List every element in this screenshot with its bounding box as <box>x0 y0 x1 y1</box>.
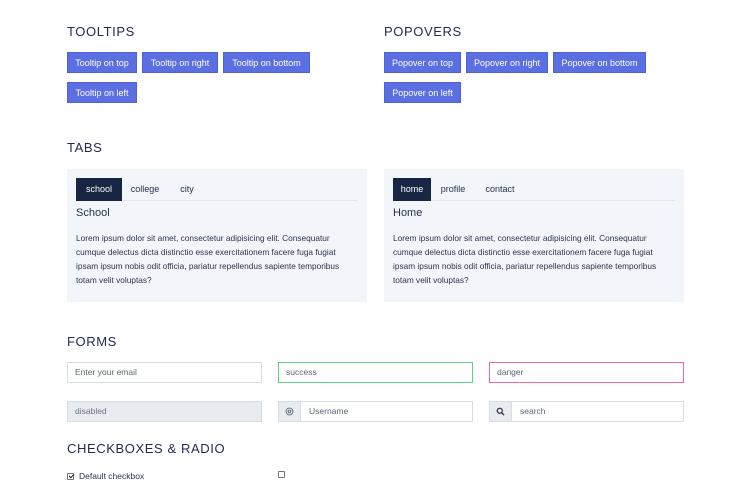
tooltip-right-button[interactable]: Tooltip on right <box>142 52 218 73</box>
tab-panel-text: Lorem ipsum dolor sit amet, consectetur … <box>393 233 657 285</box>
checkbox-unchecked[interactable] <box>278 471 285 478</box>
tab-school[interactable]: school <box>76 178 122 201</box>
tab-profile[interactable]: profile <box>431 178 475 201</box>
at-addon <box>278 401 300 422</box>
at-icon <box>285 407 294 416</box>
tab-bar: school college city <box>76 178 358 201</box>
tab-panel-title: School <box>76 207 110 219</box>
email-field[interactable]: Enter your email <box>67 362 262 383</box>
checkboxes-heading: CHECKBOXES & RADIO <box>67 441 226 456</box>
tooltips-heading: TOOLTIPS <box>67 24 135 39</box>
tab-city[interactable]: city <box>168 178 206 201</box>
tabs-card-left: school college city School Lorem ipsum d… <box>67 169 367 302</box>
popover-left-button[interactable]: Popover on left <box>384 82 461 103</box>
tabs-heading: TABS <box>67 140 103 155</box>
username-field[interactable]: Username <box>300 401 473 422</box>
success-field[interactable]: success <box>278 362 473 383</box>
default-checkbox[interactable]: Default checkbox <box>67 471 144 481</box>
popover-top-button[interactable]: Popover on top <box>384 52 461 73</box>
tooltip-bottom-button[interactable]: Tooltip on bottom <box>223 52 310 73</box>
popover-right-button[interactable]: Popover on right <box>466 52 548 73</box>
forms-heading: FORMS <box>67 334 117 349</box>
unchecked-checkbox[interactable] <box>278 471 290 478</box>
search-addon <box>489 401 511 422</box>
checkbox-label: Default checkbox <box>79 471 145 481</box>
disabled-field: disabled <box>67 401 262 422</box>
tab-panel-title: Home <box>393 207 423 219</box>
popover-bottom-button[interactable]: Popover on bottom <box>553 52 646 73</box>
tooltip-left-button[interactable]: Tooltip on left <box>67 82 137 103</box>
checkbox-checked[interactable] <box>67 472 74 480</box>
danger-field[interactable]: danger <box>489 362 684 383</box>
popovers-heading: POPOVERS <box>384 24 462 39</box>
tab-contact[interactable]: contact <box>475 178 525 201</box>
tab-college[interactable]: college <box>122 178 168 201</box>
tabs-card-right: home profile contact Home Lorem ipsum do… <box>384 169 684 302</box>
tab-panel-text: Lorem ipsum dolor sit amet, consectetur … <box>76 233 340 285</box>
tab-bar: home profile contact <box>393 178 675 201</box>
search-icon <box>496 407 505 416</box>
tab-home[interactable]: home <box>393 178 431 201</box>
search-input[interactable]: search <box>511 401 684 422</box>
tooltip-top-button[interactable]: Tooltip on top <box>67 52 137 73</box>
